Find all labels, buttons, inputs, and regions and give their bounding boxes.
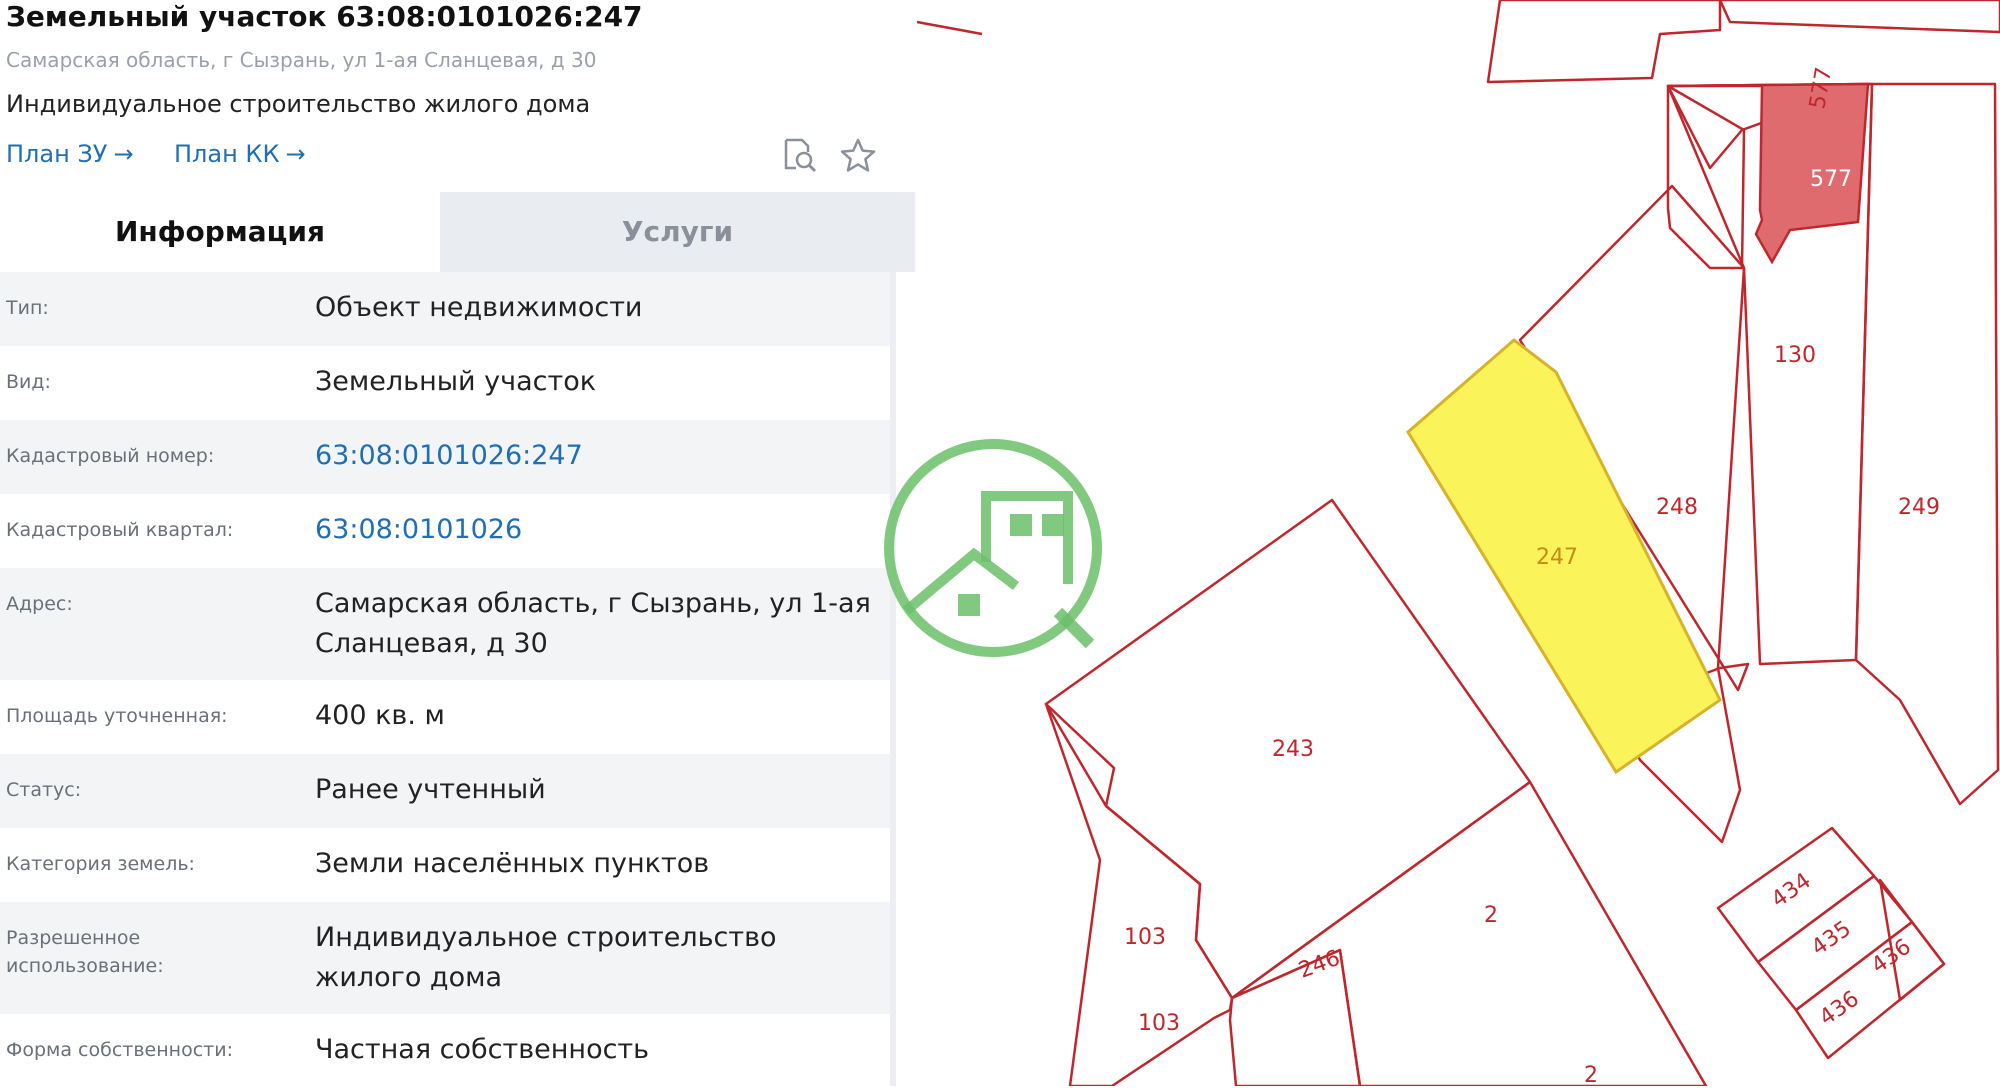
address-subtitle: Самарская область, г Сызрань, ул 1-ая Сл… bbox=[6, 48, 597, 72]
row-label: Кадастровый номер: bbox=[6, 445, 215, 467]
parcel-label-577: 577 bbox=[1810, 167, 1852, 192]
star-icon[interactable] bbox=[838, 136, 878, 176]
row-label: Категория земель: bbox=[6, 853, 195, 875]
table-row: Тип: Объект недвижимости bbox=[0, 272, 890, 346]
row-label: Кадастровый квартал: bbox=[6, 519, 234, 541]
table-row: Форма собственности: Частная собственнос… bbox=[0, 1014, 890, 1086]
parcel-label-103: 103 bbox=[1124, 925, 1166, 950]
row-value: Объект недвижимости bbox=[315, 292, 643, 323]
table-row: Разрешенное использование: Индивидуально… bbox=[0, 902, 890, 1014]
info-panel: Земельный участок 63:08:0101026:247 Сама… bbox=[0, 0, 915, 1086]
row-value: Земли населённых пунктов bbox=[315, 848, 710, 879]
plan-kk-link[interactable]: План КК → bbox=[174, 140, 306, 168]
row-label: Разрешенное использование: bbox=[6, 927, 164, 977]
parcel-label-243: 243 bbox=[1272, 737, 1314, 762]
plan-zu-link[interactable]: План ЗУ → bbox=[6, 140, 134, 168]
cadastral-quarter-link[interactable]: 63:08:0101026 bbox=[315, 510, 875, 550]
parcel-label-247: 247 bbox=[1536, 545, 1578, 570]
table-row: Кадастровый квартал: 63:08:0101026 bbox=[0, 494, 890, 568]
tab-bar: Информация Услуги bbox=[0, 192, 915, 272]
table-row: Кадастровый номер: 63:08:0101026:247 bbox=[0, 420, 890, 494]
document-search-icon[interactable] bbox=[780, 136, 820, 176]
parcel-label-248: 248 bbox=[1656, 495, 1698, 520]
row-label: Статус: bbox=[6, 779, 82, 801]
row-label: Адрес: bbox=[6, 593, 73, 615]
parcel-label-2: 2 bbox=[1484, 903, 1498, 928]
arrow-right-icon: → bbox=[285, 140, 306, 168]
table-row: Адрес: Самарская область, г Сызрань, ул … bbox=[0, 568, 890, 680]
row-value: Частная собственность bbox=[315, 1034, 650, 1065]
parcel-label-103: 103 bbox=[1138, 1011, 1180, 1036]
plan-zu-label: План ЗУ bbox=[6, 140, 108, 168]
table-row: Категория земель: Земли населённых пункт… bbox=[0, 828, 890, 902]
cadastral-number-link[interactable]: 63:08:0101026:247 bbox=[315, 436, 875, 476]
row-value: Индивидуальное строительство жилого дома bbox=[315, 922, 777, 993]
tab-information[interactable]: Информация bbox=[0, 192, 440, 272]
parcel-label-436: 436 bbox=[1815, 986, 1864, 1031]
plan-kk-label: План КК bbox=[174, 140, 280, 168]
tab-services[interactable]: Услуги bbox=[440, 192, 915, 272]
row-label: Форма собственности: bbox=[6, 1039, 233, 1061]
table-row: Площадь уточненная: 400 кв. м bbox=[0, 680, 890, 754]
parcel-label-435: 435 bbox=[1807, 916, 1856, 961]
parcel-label-130: 130 bbox=[1774, 343, 1816, 368]
parcel-label-436: 436 bbox=[1867, 934, 1916, 979]
row-label: Тип: bbox=[6, 297, 49, 319]
row-label: Площадь уточненная: bbox=[6, 705, 228, 727]
parcel-label-246: 246 bbox=[1296, 946, 1344, 984]
parcel-label-249: 249 bbox=[1898, 495, 1940, 520]
row-label: Вид: bbox=[6, 371, 51, 393]
table-row: Статус: Ранее учтенный bbox=[0, 754, 890, 828]
row-value: Земельный участок bbox=[315, 366, 597, 397]
scrollbar-track[interactable] bbox=[890, 272, 896, 1086]
table-row: Вид: Земельный участок bbox=[0, 346, 890, 420]
info-table: Тип: Объект недвижимости Вид: Земельный … bbox=[0, 272, 890, 1086]
arrow-right-icon: → bbox=[113, 140, 134, 168]
row-value: Ранее учтенный bbox=[315, 774, 546, 805]
page-title: Земельный участок 63:08:0101026:247 bbox=[6, 0, 643, 33]
purpose-text: Индивидуальное строительство жилого дома bbox=[6, 90, 591, 118]
parcel-label-2: 2 bbox=[1584, 1063, 1598, 1086]
row-value: Самарская область, г Сызрань, ул 1-ая Сл… bbox=[315, 588, 871, 659]
parcel-label-434: 434 bbox=[1767, 868, 1816, 913]
row-value: 400 кв. м bbox=[315, 700, 445, 731]
house-search-logo-icon bbox=[878, 436, 1108, 666]
